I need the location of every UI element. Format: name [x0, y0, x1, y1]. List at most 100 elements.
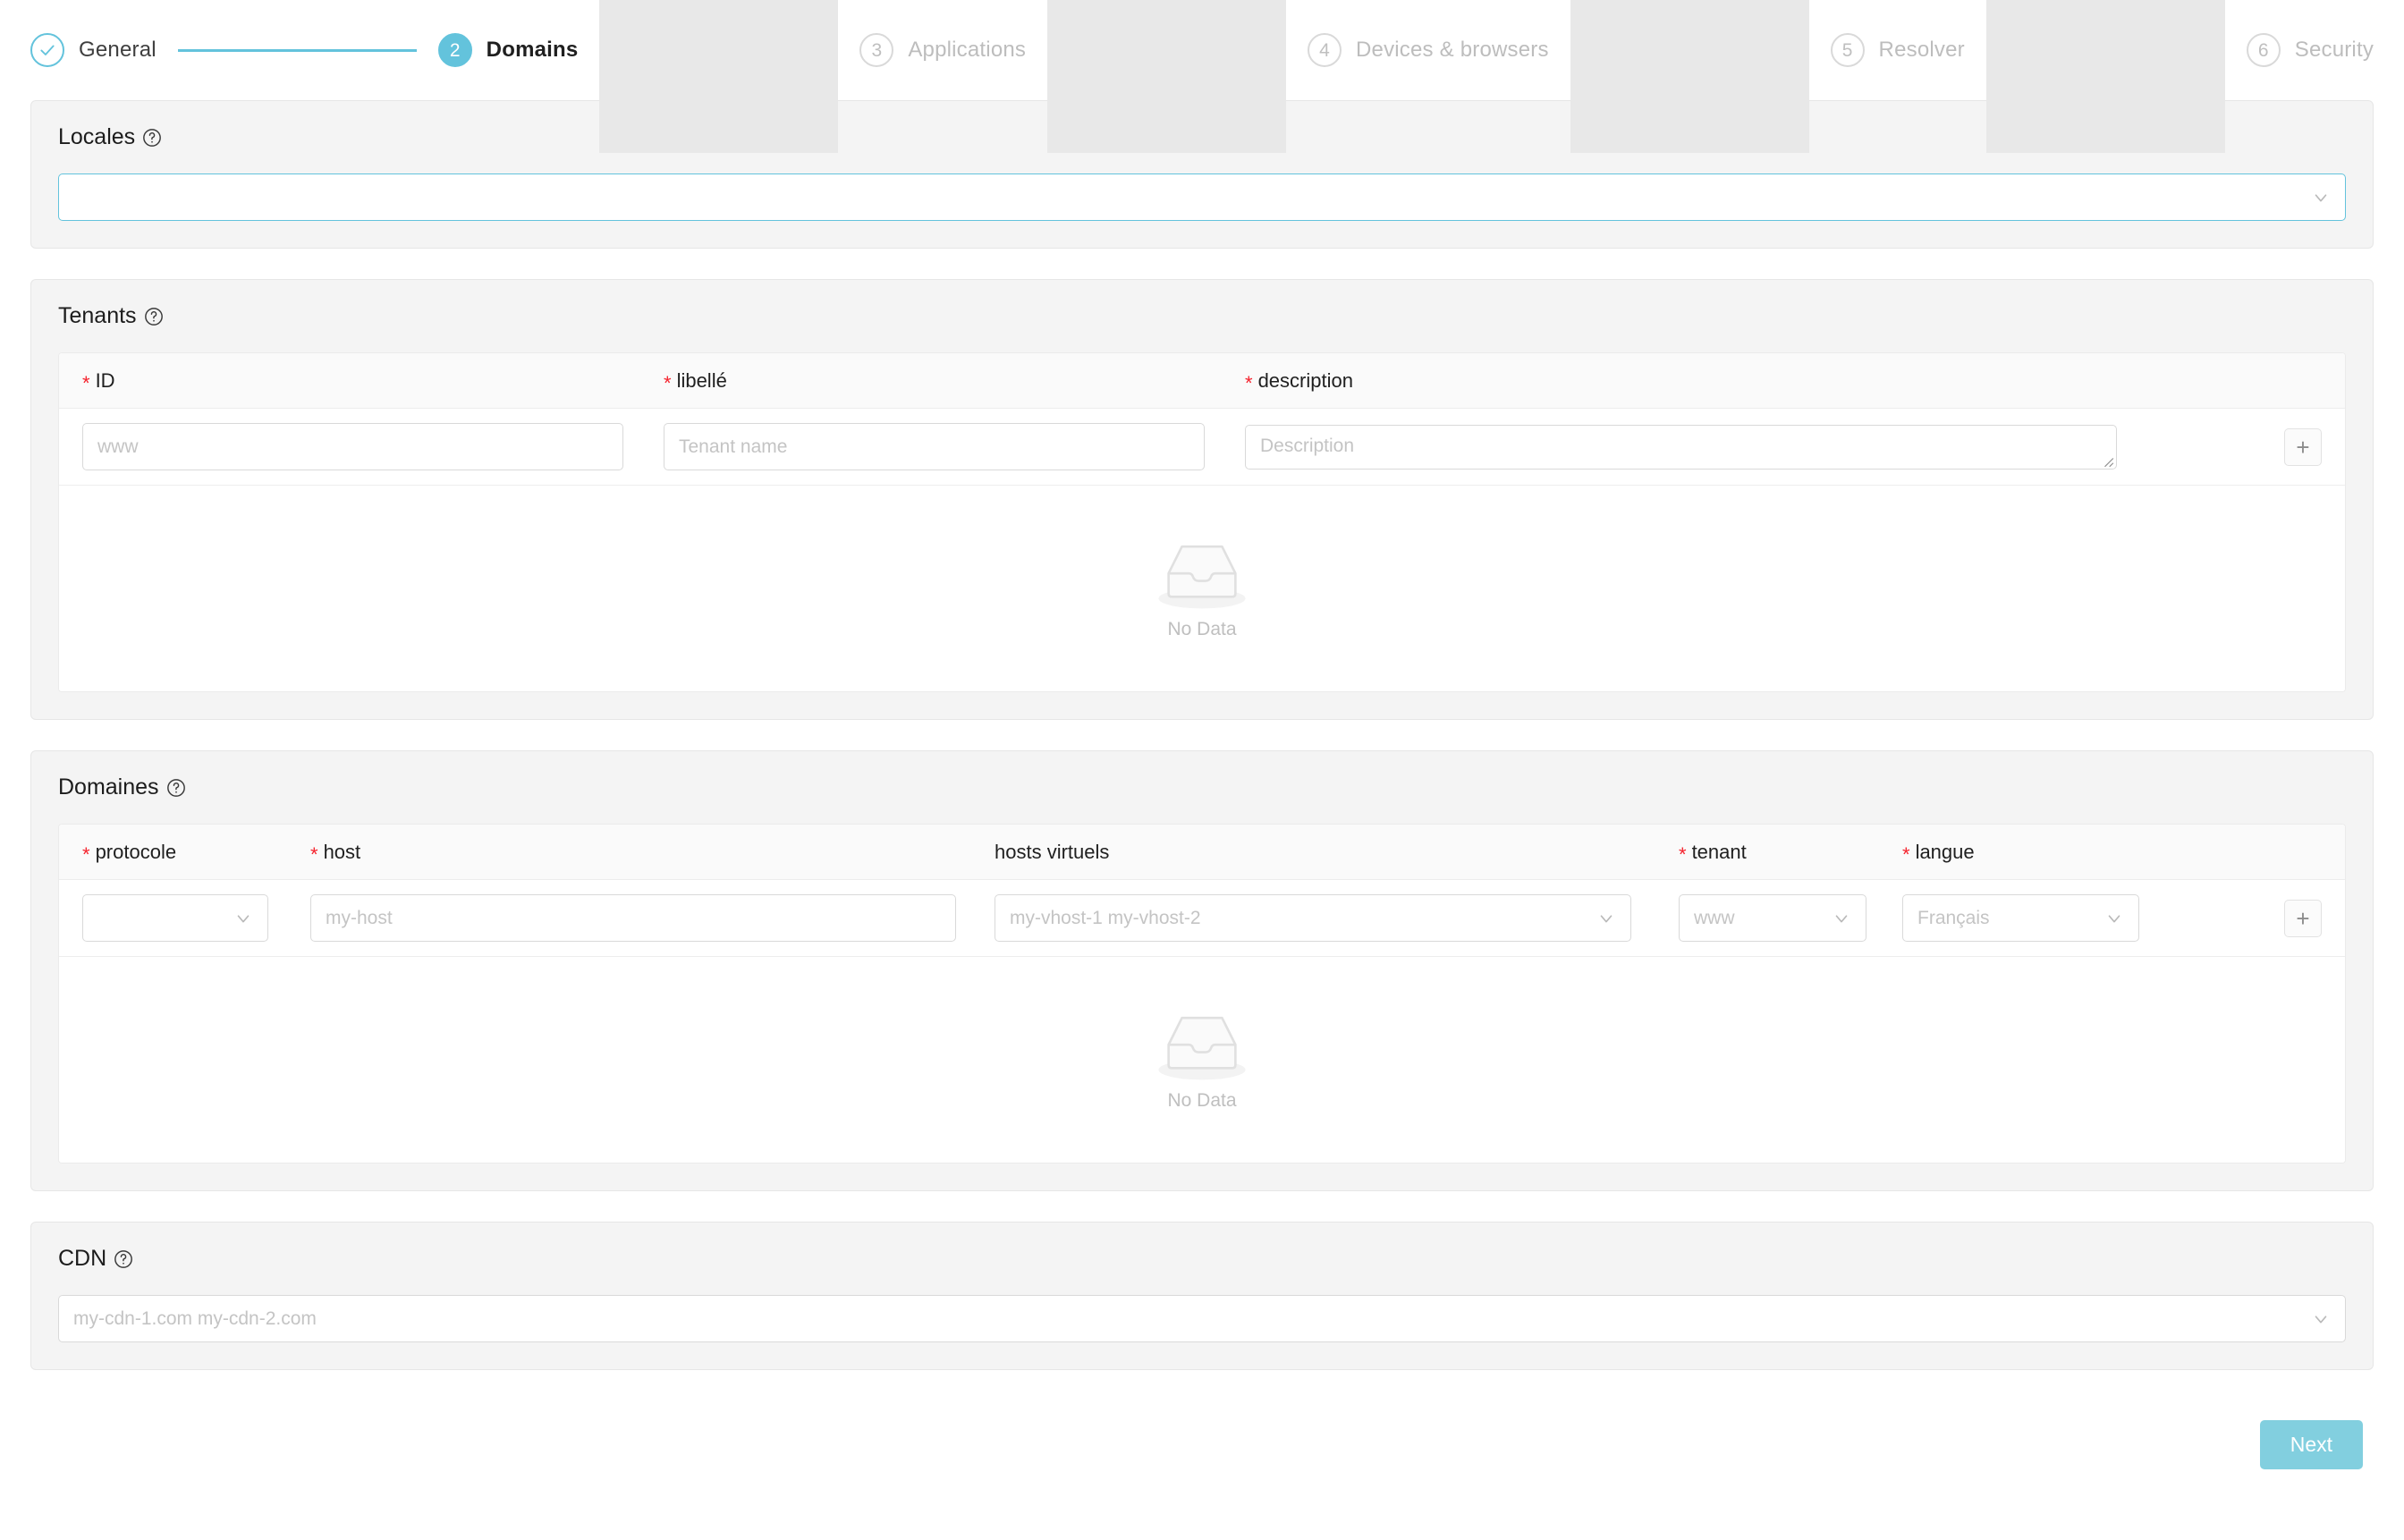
tenant-id-placeholder: www	[97, 436, 139, 457]
domaines-col-vhosts: hosts virtuels	[971, 841, 1655, 864]
tenants-description-cell: Description	[1222, 424, 2117, 470]
domaines-col-tenant-label: tenant	[1691, 840, 1747, 863]
step-applications-circle: 3	[859, 33, 894, 67]
tenants-libelle-cell: Tenant name	[640, 423, 1222, 470]
domaine-host-input[interactable]: my-host	[310, 894, 956, 942]
domaines-table: * protocole * host hosts virtuels * tena…	[58, 824, 2346, 1163]
locales-title: Locales	[58, 124, 136, 149]
wizard-page: General 2 Domains 3 Applications 4 Devic…	[0, 0, 2404, 1540]
domaine-protocole-select[interactable]	[82, 894, 268, 942]
domaine-vhosts-placeholder: my-vhost-1 my-vhost-2	[1010, 907, 1201, 928]
check-icon	[40, 45, 55, 55]
domaines-add-cell: +	[2138, 899, 2345, 937]
domaines-title: Domaines	[58, 774, 159, 800]
domaine-tenant-placeholder: www	[1694, 907, 1735, 928]
domaines-panel: Domaines * protocole * host hosts virtue…	[30, 750, 2374, 1191]
add-domaine-button[interactable]: +	[2284, 899, 2322, 937]
domaines-col-vhosts-label: hosts virtuels	[995, 840, 1110, 863]
domaines-host-cell: my-host	[287, 894, 971, 942]
step-security[interactable]: 6 Security	[2246, 33, 2374, 67]
domaines-col-host-label: host	[323, 840, 361, 863]
step-domains-label: Domains	[486, 38, 579, 62]
step-connector-5	[1985, 0, 2225, 153]
step-domains[interactable]: 2 Domains	[437, 33, 579, 67]
domaines-col-langue: * langue	[1879, 840, 2345, 866]
domaine-vhosts-select[interactable]: my-vhost-1 my-vhost-2	[995, 894, 1631, 942]
add-tenant-button[interactable]: +	[2284, 427, 2322, 466]
tenants-table-header: * ID * libellé * description	[59, 353, 2345, 409]
domaines-empty-text: No Data	[1167, 1090, 1237, 1111]
cdn-title-row: CDN	[58, 1246, 2346, 1272]
domaine-tenant-select[interactable]: www	[1679, 894, 1866, 942]
plus-icon: +	[2296, 904, 2310, 932]
domaines-col-host: * host	[287, 840, 971, 865]
step-general[interactable]: General	[30, 33, 157, 67]
step-security-circle: 6	[2246, 33, 2281, 67]
resize-handle-icon[interactable]	[2102, 455, 2114, 468]
step-connector-2	[599, 0, 839, 153]
tenants-title: Tenants	[58, 303, 137, 328]
question-circle-icon[interactable]	[166, 778, 186, 798]
tenant-libelle-input[interactable]: Tenant name	[664, 423, 1205, 470]
tenants-panel: Tenants * ID * libellé * description www…	[30, 279, 2374, 720]
chevron-down-icon	[1835, 914, 1848, 922]
step-general-label: General	[79, 38, 157, 62]
tenants-input-row: www Tenant name Description +	[59, 409, 2345, 486]
tenants-empty-text: No Data	[1167, 619, 1237, 639]
tenants-empty-state: No Data	[59, 486, 2345, 691]
step-applications[interactable]: 3 Applications	[859, 33, 1026, 67]
required-asterisk: *	[82, 371, 90, 394]
required-asterisk: *	[1245, 371, 1253, 394]
domaine-langue-placeholder: Français	[1917, 907, 1990, 928]
chevron-down-icon	[1600, 914, 1613, 922]
required-asterisk: *	[1902, 842, 1910, 866]
step-connector-1	[177, 48, 417, 52]
tenants-add-cell: +	[2107, 427, 2345, 466]
wizard-stepper: General 2 Domains 3 Applications 4 Devic…	[0, 0, 2404, 153]
tenants-id-cell: www	[59, 423, 640, 470]
chevron-down-icon	[2108, 914, 2120, 922]
tenant-description-textarea[interactable]: Description	[1245, 424, 2117, 470]
chevron-down-icon	[237, 914, 250, 922]
chevron-down-icon	[2315, 193, 2327, 201]
step-connector-3	[1047, 0, 1286, 153]
step-devices-browsers-label: Devices & browsers	[1356, 38, 1549, 62]
step-general-circle	[30, 33, 64, 67]
wizard-footer: Next	[0, 1400, 2404, 1505]
cdn-placeholder: my-cdn-1.com my-cdn-2.com	[73, 1307, 317, 1329]
required-asterisk: *	[82, 842, 90, 866]
domaines-col-protocole: * protocole	[59, 841, 287, 866]
question-circle-icon[interactable]	[114, 1249, 133, 1269]
tenant-id-input[interactable]: www	[82, 423, 623, 470]
tenant-description-placeholder: Description	[1260, 435, 1355, 456]
cdn-select[interactable]: my-cdn-1.com my-cdn-2.com	[58, 1295, 2346, 1342]
required-asterisk: *	[664, 371, 672, 394]
empty-inbox-icon	[1158, 545, 1246, 609]
question-circle-icon[interactable]	[144, 307, 164, 326]
domaine-host-placeholder: my-host	[326, 907, 393, 928]
step-connector-4	[1570, 0, 1809, 153]
empty-inbox-icon	[1158, 1016, 1246, 1080]
tenants-col-description-label: description	[1257, 368, 1353, 392]
step-domains-circle: 2	[437, 33, 472, 67]
required-asterisk: *	[1679, 842, 1687, 866]
question-circle-icon[interactable]	[142, 128, 162, 148]
domaines-input-row: my-host my-vhost-1 my-vhost-2 www França…	[59, 880, 2345, 957]
tenant-libelle-placeholder: Tenant name	[679, 436, 788, 457]
domaines-empty-state: No Data	[59, 957, 2345, 1163]
domaine-langue-select[interactable]: Français	[1902, 894, 2139, 942]
step-resolver[interactable]: 5 Resolver	[1830, 33, 1965, 67]
domaines-protocole-cell	[59, 894, 287, 942]
step-security-label: Security	[2294, 38, 2374, 62]
tenants-col-libelle-label: libellé	[676, 368, 727, 392]
domaines-table-header: * protocole * host hosts virtuels * tena…	[59, 825, 2345, 880]
step-resolver-circle: 5	[1830, 33, 1865, 67]
tenants-col-description: * description	[1222, 369, 2345, 393]
next-button[interactable]: Next	[2259, 1420, 2363, 1469]
locales-select[interactable]	[58, 173, 2346, 221]
step-applications-label: Applications	[908, 38, 1027, 62]
domaines-langue-cell: Français	[1879, 894, 2139, 942]
step-devices-browsers[interactable]: 4 Devices & browsers	[1308, 33, 1549, 67]
chevron-down-icon	[2315, 1315, 2327, 1323]
domaines-col-langue-label: langue	[1915, 840, 1975, 863]
